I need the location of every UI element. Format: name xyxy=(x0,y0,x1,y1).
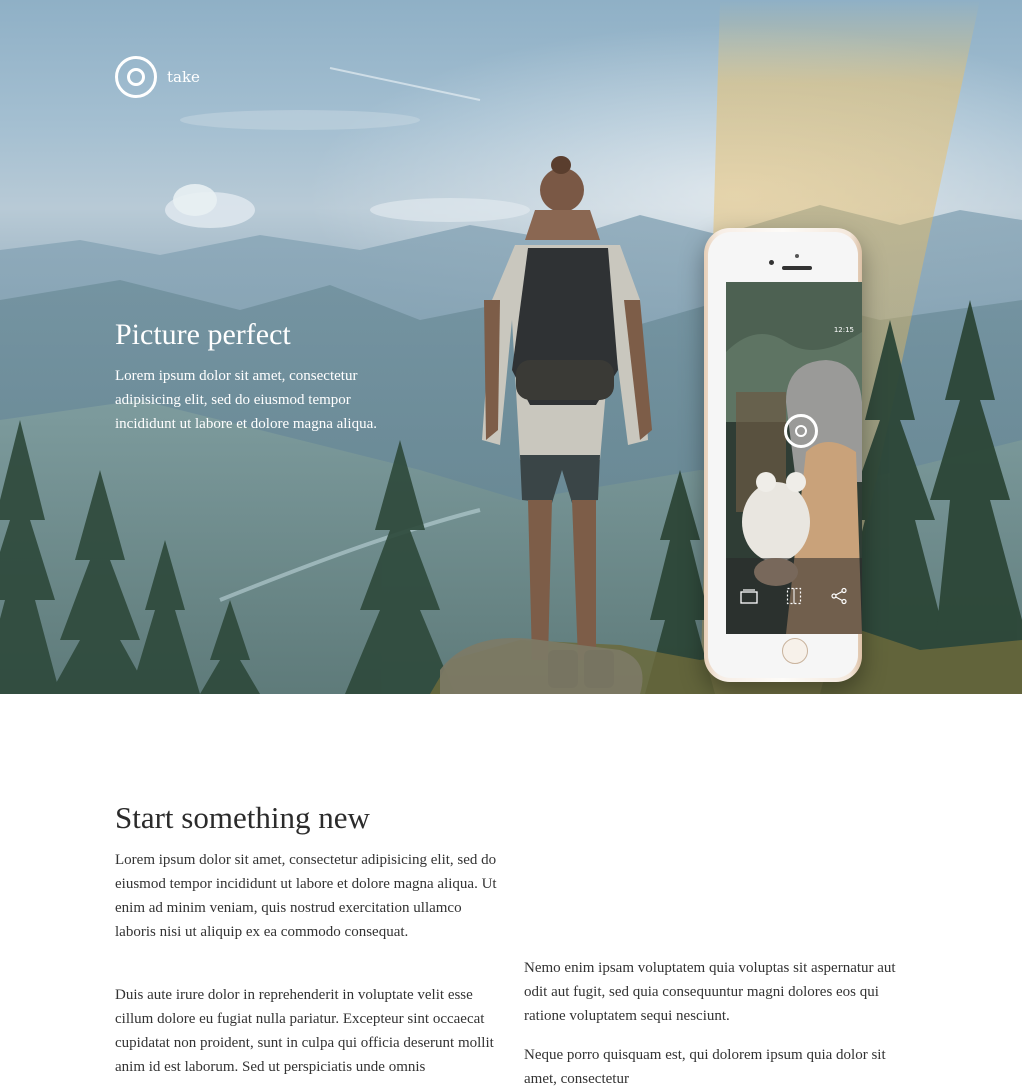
section-paragraph: Neque porro quisquam est, qui dolorem ip… xyxy=(524,1047,886,1087)
phone-sensor xyxy=(795,254,799,258)
section-paragraph: Lorem ipsum dolor sit amet, consectetur … xyxy=(115,852,497,940)
phone-front: 12:15 xyxy=(708,232,862,678)
hero-title: Picture perfect xyxy=(115,318,291,351)
phone-mockup: 12:15 xyxy=(704,228,862,682)
logo-ring-icon xyxy=(115,56,157,98)
section-title: Start something new xyxy=(115,800,370,835)
capture-ring-icon[interactable] xyxy=(784,414,818,448)
phone-screen: 12:15 xyxy=(726,282,862,634)
hero-text: Lorem ipsum dolor sit amet, consectetur … xyxy=(115,368,378,432)
brand-name: take xyxy=(167,68,200,86)
phone-camera-icon xyxy=(769,260,774,265)
hero-section: take Picture perfect Lorem ipsum dolor s… xyxy=(0,0,1022,694)
crop-icon[interactable] xyxy=(783,585,805,607)
section-paragraph: Nemo enim ipsam voluptatem quia voluptas… xyxy=(524,960,896,1024)
share-icon[interactable] xyxy=(828,585,850,607)
gallery-icon[interactable] xyxy=(738,585,760,607)
section-paragraph: Duis aute irure dolor in reprehenderit i… xyxy=(115,987,494,1075)
brand-logo[interactable]: take xyxy=(115,56,200,98)
phone-status-text: 12:15 xyxy=(833,326,854,334)
phone-toolbar xyxy=(726,558,862,634)
phone-home-button xyxy=(782,638,808,664)
phone-speaker xyxy=(782,266,812,270)
